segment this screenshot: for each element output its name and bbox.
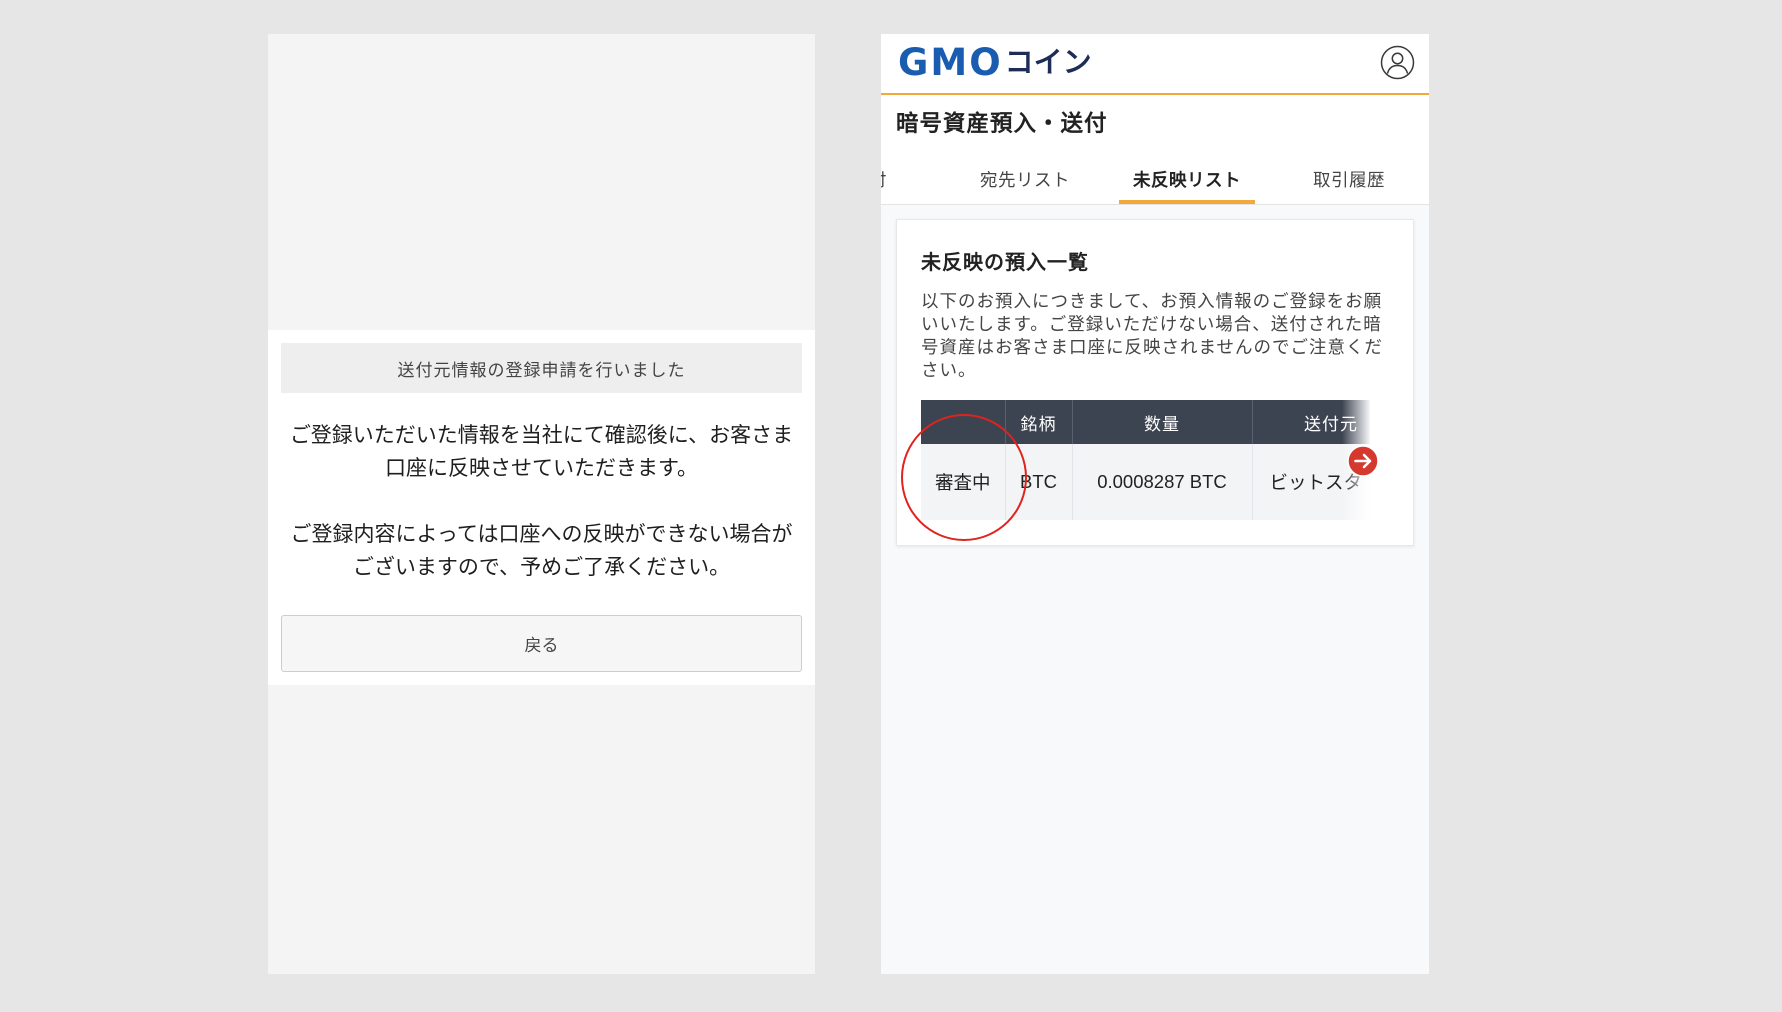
dialog-text-line: ご登録内容によっては口座への反映ができない場合が: [290, 522, 793, 546]
dialog-title: 送付元情報の登録申請を行いました: [281, 343, 802, 393]
amount-column-header: 数量: [1072, 400, 1253, 444]
app-header: GMO コイン: [881, 34, 1429, 95]
tab-transaction-history[interactable]: 取引履歴: [1281, 162, 1417, 204]
description-line: 以下のお預入につきまして、お預入情報のご登録をお願: [921, 292, 1383, 312]
arrow-right-circle-icon[interactable]: [1347, 445, 1379, 477]
page-title: 暗号資産預入・送付: [896, 111, 1108, 137]
source-column-header: 送付元: [1252, 400, 1370, 444]
dialog-paragraph: ご登録いただいた情報を当社にて確認後に、お客さま 口座に反映させていただきます。: [268, 419, 815, 485]
dialog-text-line: 口座に反映させていただきます。: [385, 456, 698, 480]
symbol-cell: BTC: [1005, 444, 1073, 520]
dialog-paragraph: ご登録内容によっては口座への反映ができない場合が ございますので、予めご了承くだ…: [268, 518, 815, 584]
tab-pending-list[interactable]: 未反映リスト: [1119, 162, 1255, 204]
dialog-text-line: ございますので、予めご了承ください。: [352, 555, 731, 579]
page-title-area: 暗号資産預入・送付 付 宛先リスト 未反映リスト 取引履歴: [881, 95, 1429, 205]
card-description: 以下のお預入につきまして、お預入情報のご登録をお願 いいたします。ご登録いただけ…: [921, 291, 1383, 383]
table-header-row: 銘柄 数量 送付元: [921, 400, 1370, 444]
gmo-coin-logo[interactable]: GMO コイン: [898, 40, 1092, 84]
deposit-table: 銘柄 数量 送付元 審査中 BTC 0.0008287 BTC ビットスタ: [921, 400, 1370, 520]
table-row[interactable]: 審査中 BTC 0.0008287 BTC ビットスタ: [921, 444, 1370, 520]
pending-deposits-card: 未反映の預入一覧 以下のお預入につきまして、お預入情報のご登録をお願 いいたしま…: [896, 219, 1414, 546]
left-phone-screen: 送付元情報の登録申請を行いました ご登録いただいた情報を当社にて確認後に、お客さ…: [268, 34, 815, 974]
description-line: 号資産はお客さま口座に反映されませんのでご注意くだ: [921, 338, 1383, 358]
tab-bar: 付 宛先リスト 未反映リスト 取引履歴: [881, 162, 1429, 204]
amount-cell: 0.0008287 BTC: [1072, 444, 1253, 520]
dialog-text-line: ご登録いただいた情報を当社にて確認後に、お客さま: [289, 423, 794, 447]
right-phone-screen: GMO コイン 暗号資産預入・送付 付 宛先リスト 未反映リスト 取引履歴 未反…: [881, 34, 1429, 974]
pending-deposit-table[interactable]: 銘柄 数量 送付元 審査中 BTC 0.0008287 BTC ビットスタ: [921, 400, 1370, 520]
logo-kana-text: コイン: [1004, 44, 1092, 79]
status-cell[interactable]: 審査中: [921, 444, 1006, 520]
user-account-icon[interactable]: [1380, 45, 1415, 80]
description-line: さい。: [921, 361, 977, 381]
logo-latin-text: GMO: [898, 40, 1003, 84]
dialog-message: ご登録いただいた情報を当社にて確認後に、お客さま 口座に反映させていただきます。…: [268, 419, 815, 584]
back-button[interactable]: 戻る: [281, 615, 802, 672]
status-column-header: [921, 400, 1006, 444]
symbol-column-header: 銘柄: [1005, 400, 1073, 444]
tab-address-list[interactable]: 宛先リスト: [957, 162, 1093, 204]
card-title: 未反映の預入一覧: [921, 250, 1089, 274]
registration-complete-dialog: 送付元情報の登録申請を行いました ご登録いただいた情報を当社にて確認後に、お客さ…: [268, 330, 815, 685]
tab-send[interactable]: 付: [881, 162, 887, 204]
description-line: いいたします。ご登録いただけない場合、送付された暗: [921, 315, 1382, 335]
